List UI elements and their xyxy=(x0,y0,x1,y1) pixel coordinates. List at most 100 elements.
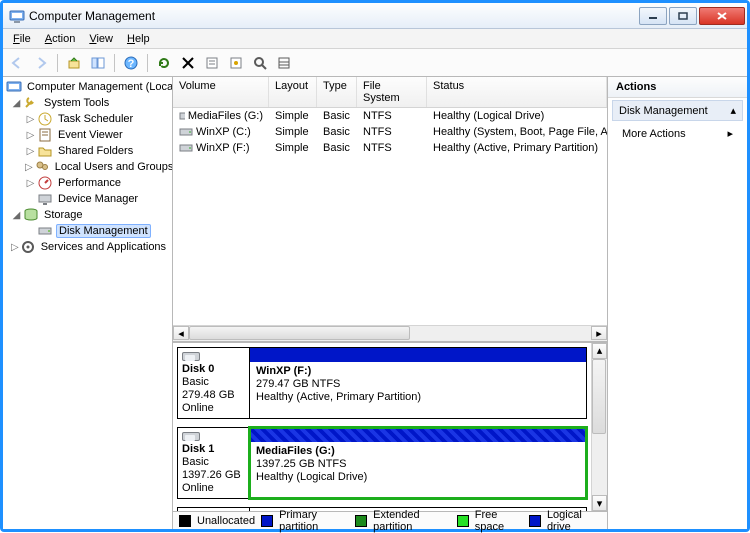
twisty-icon[interactable]: ▷ xyxy=(11,242,19,253)
volume-name: MediaFiles (G:) xyxy=(188,110,263,122)
disk-info[interactable]: Disk 1Basic1397.26 GBOnline xyxy=(178,428,250,498)
volume-layout: Simple xyxy=(269,125,317,139)
chevron-right-icon: ▸ xyxy=(727,127,733,140)
volume-status: Healthy (Active, Primary Partition) xyxy=(427,141,607,155)
volume-name: WinXP (C:) xyxy=(196,126,251,138)
storage-icon xyxy=(23,207,39,223)
list-button[interactable] xyxy=(274,53,294,73)
menu-file[interactable]: File xyxy=(7,31,37,47)
settings-button[interactable] xyxy=(226,53,246,73)
titlebar: Computer Management xyxy=(3,3,747,29)
tree-event-viewer[interactable]: Event Viewer xyxy=(56,129,125,141)
window-title: Computer Management xyxy=(29,9,637,23)
disk-state: Online xyxy=(182,482,245,494)
menu-help[interactable]: Help xyxy=(121,31,156,47)
disk-name: Disk 1 xyxy=(182,443,245,455)
volume-hscroll[interactable]: ◂ ▸ xyxy=(173,325,607,341)
twisty-icon[interactable]: ▷ xyxy=(25,130,36,141)
volume-type: Basic xyxy=(317,125,357,139)
volume-list-header: Volume Layout Type File System Status xyxy=(173,77,607,108)
device-icon xyxy=(37,191,53,207)
svg-text:?: ? xyxy=(128,58,135,70)
refresh-button[interactable] xyxy=(154,53,174,73)
legend-unallocated: Unallocated xyxy=(197,515,255,527)
event-icon xyxy=(37,127,53,143)
disk-icon xyxy=(182,432,200,441)
legend: Unallocated Primary partition Extended p… xyxy=(173,511,607,529)
volume-row[interactable]: MediaFiles (G:)SimpleBasicNTFSHealthy (L… xyxy=(173,108,607,124)
volume-type: Basic xyxy=(317,109,357,123)
legend-unallocated-swatch xyxy=(179,515,191,527)
disk-volume[interactable]: WinXP (F:)279.47 GB NTFSHealthy (Active,… xyxy=(250,348,586,418)
tree-root[interactable]: Computer Management (Local) xyxy=(25,81,173,93)
scroll-right-icon[interactable]: ▸ xyxy=(591,326,607,340)
menu-view[interactable]: View xyxy=(83,31,119,47)
twisty-icon[interactable]: ▷ xyxy=(25,162,33,173)
disk-vscroll[interactable]: ▴ ▾ xyxy=(591,343,607,512)
up-button[interactable] xyxy=(64,53,84,73)
legend-extended-swatch xyxy=(355,515,367,527)
menu-action[interactable]: Action xyxy=(39,31,82,47)
actions-more[interactable]: More Actions▸ xyxy=(608,121,747,146)
scroll-left-icon[interactable]: ◂ xyxy=(173,326,189,340)
scroll-up-icon[interactable]: ▴ xyxy=(592,343,607,359)
tree-task-scheduler[interactable]: Task Scheduler xyxy=(56,113,135,125)
legend-free-swatch xyxy=(457,515,469,527)
toolbar-separator xyxy=(147,54,148,72)
volume-list[interactable]: MediaFiles (G:)SimpleBasicNTFSHealthy (L… xyxy=(173,108,607,156)
volume-list-blank xyxy=(173,156,607,325)
volume-icon xyxy=(179,142,193,154)
twisty-icon[interactable]: ▷ xyxy=(25,146,36,157)
disk-info[interactable]: Disk 0Basic279.48 GBOnline xyxy=(178,348,250,418)
show-hide-tree-button[interactable] xyxy=(88,53,108,73)
performance-icon xyxy=(37,175,53,191)
disk-box: Disk 1Basic1397.26 GBOnlineMediaFiles (G… xyxy=(177,427,587,499)
volume-row[interactable]: WinXP (F:)SimpleBasicNTFSHealthy (Active… xyxy=(173,140,607,156)
back-button[interactable] xyxy=(7,53,27,73)
tree-local-users[interactable]: Local Users and Groups xyxy=(53,161,173,173)
col-type[interactable]: Type xyxy=(317,77,357,107)
tree-system-tools[interactable]: System Tools xyxy=(42,97,111,109)
twisty-icon[interactable]: ▷ xyxy=(25,114,36,125)
actions-section[interactable]: Disk Management▴ xyxy=(612,100,743,121)
find-button[interactable] xyxy=(250,53,270,73)
disk-volume[interactable]: MediaFiles (G:)1397.25 GB NTFSHealthy (L… xyxy=(250,428,586,498)
col-volume[interactable]: Volume xyxy=(173,77,269,107)
volume-bar xyxy=(250,428,586,442)
twisty-icon[interactable]: ▷ xyxy=(25,178,36,189)
twisty-icon[interactable]: ◢ xyxy=(11,210,22,221)
col-status[interactable]: Status xyxy=(427,77,607,107)
tree-disk-management[interactable]: Disk Management xyxy=(56,224,151,238)
menubar: File Action View Help xyxy=(3,29,747,49)
properties-button[interactable] xyxy=(202,53,222,73)
close-button[interactable] xyxy=(699,7,745,25)
help-button[interactable]: ? xyxy=(121,53,141,73)
navigation-tree[interactable]: Computer Management (Local) ◢ System Tool… xyxy=(3,77,173,529)
volume-row[interactable]: WinXP (C:)SimpleBasicNTFSHealthy (System… xyxy=(173,124,607,140)
col-fs[interactable]: File System xyxy=(357,77,427,107)
volume-status: Healthy (System, Boot, Page File, Active… xyxy=(427,125,607,139)
disk-volume-health: Healthy (Logical Drive) xyxy=(256,471,580,483)
maximize-button[interactable] xyxy=(669,7,697,25)
tree-services-apps[interactable]: Services and Applications xyxy=(39,241,168,253)
twisty-icon[interactable]: ◢ xyxy=(11,98,22,109)
tree-device-manager[interactable]: Device Manager xyxy=(56,193,140,205)
scroll-thumb[interactable] xyxy=(592,359,606,434)
tree-performance[interactable]: Performance xyxy=(56,177,123,189)
delete-button[interactable] xyxy=(178,53,198,73)
toolbar-separator xyxy=(114,54,115,72)
disk-volume-sub: 279.47 GB NTFS xyxy=(256,378,580,390)
tree-shared-folders[interactable]: Shared Folders xyxy=(56,145,135,157)
minimize-button[interactable] xyxy=(639,7,667,25)
tree-storage[interactable]: Storage xyxy=(42,209,85,221)
toolbar: ? xyxy=(3,49,747,77)
volume-fs: NTFS xyxy=(357,109,427,123)
forward-button[interactable] xyxy=(31,53,51,73)
disk-type: Basic xyxy=(182,456,245,468)
disk-box: Disk 0Basic279.48 GBOnlineWinXP (F:)279.… xyxy=(177,347,587,419)
volume-description: MediaFiles (G:)1397.25 GB NTFSHealthy (L… xyxy=(250,442,586,498)
disk-size: 279.48 GB xyxy=(182,389,245,401)
volume-icon xyxy=(179,110,185,122)
scroll-thumb[interactable] xyxy=(189,326,410,340)
col-layout[interactable]: Layout xyxy=(269,77,317,107)
